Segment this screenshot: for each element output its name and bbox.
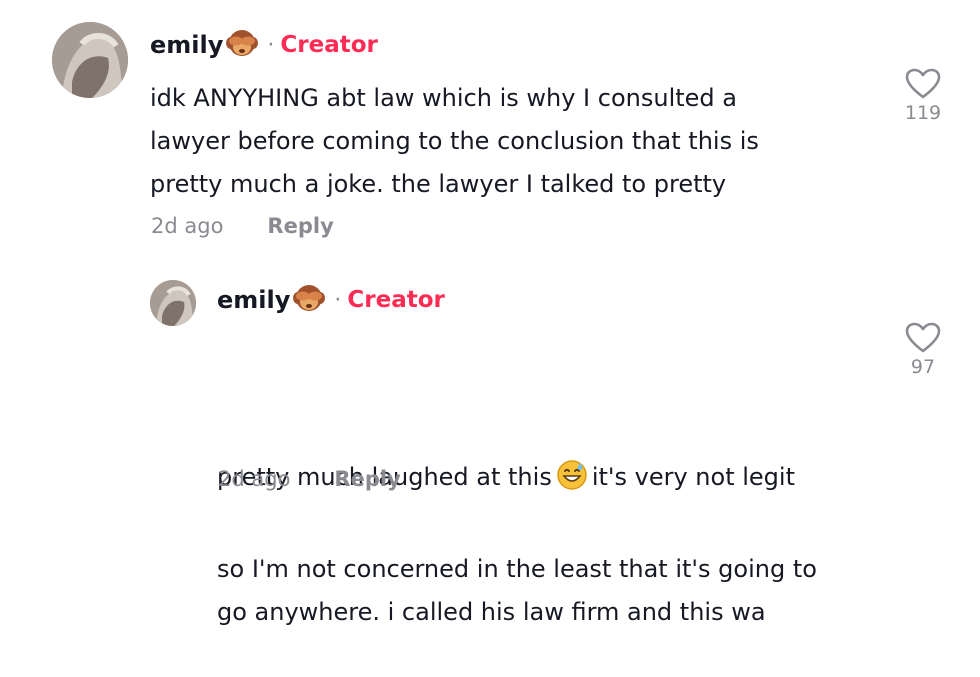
reply-button[interactable]: Reply (267, 214, 333, 238)
see-no-evil-monkey-icon (225, 28, 259, 62)
comment-meta: 2d ago Reply (218, 467, 401, 491)
separator-dot: · (267, 32, 275, 58)
creator-badge: Creator (347, 287, 445, 313)
comment-header: emily · Creator (217, 283, 445, 317)
timestamp: 2d ago (151, 214, 224, 238)
comment-text-part: it's very not legit (591, 463, 795, 491)
comment-text-rest: so I'm not concerned in the least that i… (217, 555, 817, 626)
comment-text: pretty much laughed at this it's very no… (217, 330, 877, 677)
heart-icon (905, 322, 941, 353)
creator-badge: Creator (280, 32, 378, 58)
like-count: 97 (910, 356, 936, 378)
heart-icon (905, 68, 941, 99)
grinning-sweat-face-icon (556, 416, 588, 505)
reply-button[interactable]: Reply (334, 467, 400, 491)
like-count: 119 (904, 102, 942, 124)
avatar-image (150, 280, 196, 326)
username[interactable]: emily (217, 286, 290, 314)
timestamp: 2d ago (218, 467, 291, 491)
like-button[interactable]: 97 (898, 322, 948, 378)
comment-meta: 2d ago Reply (151, 214, 334, 238)
username[interactable]: emily (150, 31, 223, 59)
comment-text: idk ANYYHING abt law which is why I cons… (150, 84, 759, 198)
like-button[interactable]: 119 (898, 68, 948, 124)
comment-header: emily · Creator (150, 28, 378, 62)
see-no-evil-monkey-icon (292, 283, 326, 317)
avatar[interactable] (52, 22, 128, 98)
avatar[interactable] (150, 280, 196, 326)
avatar-image (52, 22, 128, 98)
separator-dot: · (334, 287, 342, 313)
